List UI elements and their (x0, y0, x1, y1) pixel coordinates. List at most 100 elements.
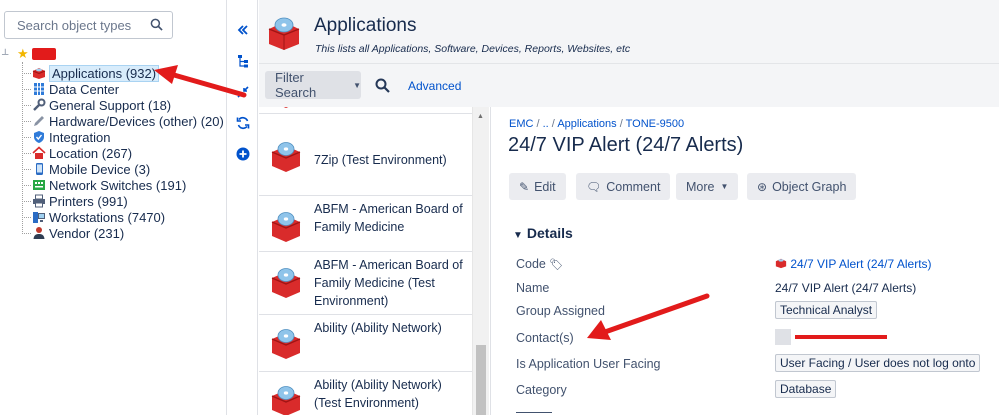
avatar (775, 329, 791, 345)
tree-item-location[interactable]: Location (267) (22, 145, 132, 161)
hierarchy-icon[interactable] (233, 51, 253, 71)
redacted-root-label (31, 48, 56, 60)
tree-item-network-switches[interactable]: Network Switches (191) (22, 177, 186, 193)
breadcrumb-object-key[interactable]: TONE-9500 (626, 118, 685, 130)
advanced-search-link[interactable]: Advanced (408, 79, 461, 93)
field-label-name: Name (516, 281, 550, 295)
list-item[interactable]: Ability (Ability Network) (259, 316, 472, 372)
tag-icon: 🏷 (549, 259, 564, 271)
phone-icon (36, 163, 43, 175)
object-title: 24/7 VIP Alert (24/7 Alerts) (508, 134, 744, 156)
edit-button[interactable]: ✎ Edit (509, 173, 566, 200)
tree-toolbar (228, 0, 258, 415)
filter-search-label: Filter Search (275, 70, 317, 100)
list-item-label: ABFM - American Board of Family Medicine… (314, 258, 463, 308)
add-icon[interactable] (233, 144, 253, 164)
list-item[interactable]: ABFM - American Board of Family Medicine… (259, 253, 472, 315)
details-section-toggle[interactable]: ▼ Details (513, 225, 573, 241)
tree-item-workstations[interactable]: Workstations (7470) (22, 209, 165, 225)
filter-bar: Filter Search ▼ Advanced (259, 63, 999, 107)
wrench-icon (33, 98, 46, 111)
field-value-code[interactable]: 24/7 VIP Alert (24/7 Alerts) (775, 257, 932, 271)
filter-search-dropdown[interactable]: Filter Search ▼ (265, 70, 361, 100)
breadcrumb-root[interactable]: EMC (509, 118, 533, 130)
tree-item-hardware-devices[interactable]: Hardware/Devices (other) (20) (22, 113, 224, 129)
field-value-group: Technical Analyst (775, 301, 878, 319)
field-label-user-facing: Is Application User Facing (516, 357, 661, 371)
tree-item-printers[interactable]: Printers (991) (22, 193, 128, 209)
object-graph-button[interactable]: ⊛ Object Graph (747, 173, 857, 200)
collapse-left-icon[interactable] (233, 20, 253, 40)
list-item[interactable]: Ability (Ability Network) (Test Environm… (259, 373, 472, 415)
field-label-group: Group Assigned (516, 304, 605, 318)
chevron-down-icon: ▼ (513, 230, 523, 241)
list-item-label: Ability (Ability Network) (Test Environm… (314, 378, 442, 410)
application-cube-icon (271, 142, 301, 172)
search-input[interactable] (5, 12, 145, 38)
breadcrumb-applications[interactable]: Applications (557, 118, 616, 130)
field-label-cutoff (516, 409, 552, 415)
printer-icon (33, 194, 45, 208)
applications-icon (268, 17, 300, 50)
graph-icon: ⊛ (757, 179, 768, 194)
scroll-up-icon[interactable]: ▲ (477, 113, 484, 120)
tree-item-applications[interactable]: Applications (932) (22, 64, 160, 82)
person-icon (33, 227, 45, 239)
more-button[interactable]: More ▼ (676, 173, 739, 200)
comment-icon: 🗨 (586, 179, 602, 194)
tree-item-vendor[interactable]: Vendor (231) (22, 225, 124, 241)
list-item[interactable] (259, 107, 472, 114)
field-value-name: 24/7 VIP Alert (24/7 Alerts) (775, 281, 917, 295)
group-tag[interactable]: Technical Analyst (775, 301, 878, 319)
page-title: Applications (314, 15, 417, 36)
application-cube-icon (271, 268, 301, 298)
field-value-user-facing: User Facing / User does not log onto (775, 354, 981, 372)
grid-icon (34, 83, 44, 95)
tree-item-mobile-device[interactable]: Mobile Device (3) (22, 161, 150, 177)
redacted-contact-name (795, 335, 887, 339)
list-item-label: 7Zip (Test Environment) (314, 153, 447, 167)
search-icon[interactable] (375, 78, 390, 93)
category-tag[interactable]: Database (775, 380, 837, 398)
application-cube-icon (271, 386, 301, 415)
field-label-contacts: Contact(s) (516, 331, 574, 345)
tree-item-data-center[interactable]: Data Center (22, 81, 119, 97)
list-item[interactable]: 7Zip (Test Environment) (259, 115, 472, 196)
pencil-icon: ✎ (519, 179, 530, 194)
application-cube-icon (775, 258, 787, 269)
object-list: 7Zip (Test Environment) ABFM - American B… (259, 107, 489, 415)
list-item[interactable]: ABFM - American Board of Family Medicine (259, 197, 472, 252)
chevron-down-icon: ▼ (720, 182, 729, 191)
tree-item-integration[interactable]: Integration (22, 129, 110, 145)
scrollbar-thumb[interactable] (476, 345, 486, 415)
search-icon[interactable] (150, 18, 163, 31)
minimize-icon[interactable] (233, 82, 253, 102)
list-item-label: Ability (Ability Network) (314, 321, 442, 335)
field-value-contacts[interactable] (775, 329, 887, 345)
application-cube-icon (32, 68, 46, 79)
object-type-panel: ┴ ★ Applications (932) Data Center Gener… (0, 0, 227, 415)
workstation-icon (33, 212, 45, 223)
object-detail: EMC / .. / Applications / TONE-9500 24/7… (490, 107, 999, 415)
list-scrollbar[interactable]: ▲ (472, 107, 489, 415)
breadcrumb: EMC / .. / Applications / TONE-9500 (509, 118, 685, 130)
application-cube-icon (271, 212, 301, 242)
user-facing-tag[interactable]: User Facing / User does not log onto (775, 354, 981, 372)
star-icon: ★ (17, 46, 29, 61)
chevron-down-icon: ▼ (353, 80, 361, 90)
object-type-header: Applications This lists all Applications… (259, 0, 999, 63)
switch-icon (33, 180, 45, 190)
comment-button[interactable]: 🗨 Comment (576, 173, 671, 200)
home-icon (32, 146, 46, 159)
pencil-icon (34, 116, 44, 126)
list-item-label: ABFM - American Board of Family Medicine (314, 202, 463, 234)
tree-root[interactable]: ┴ ★ (2, 46, 56, 62)
expand-icon[interactable]: ┴ (2, 49, 14, 59)
field-value-category: Database (775, 380, 837, 398)
application-cube-icon (283, 107, 289, 108)
tree-item-general-support[interactable]: General Support (18) (22, 97, 171, 113)
field-label-code: Code 🏷 (516, 257, 564, 271)
refresh-icon[interactable] (233, 113, 253, 133)
field-label-category: Category (516, 383, 567, 397)
application-cube-icon (271, 329, 301, 359)
